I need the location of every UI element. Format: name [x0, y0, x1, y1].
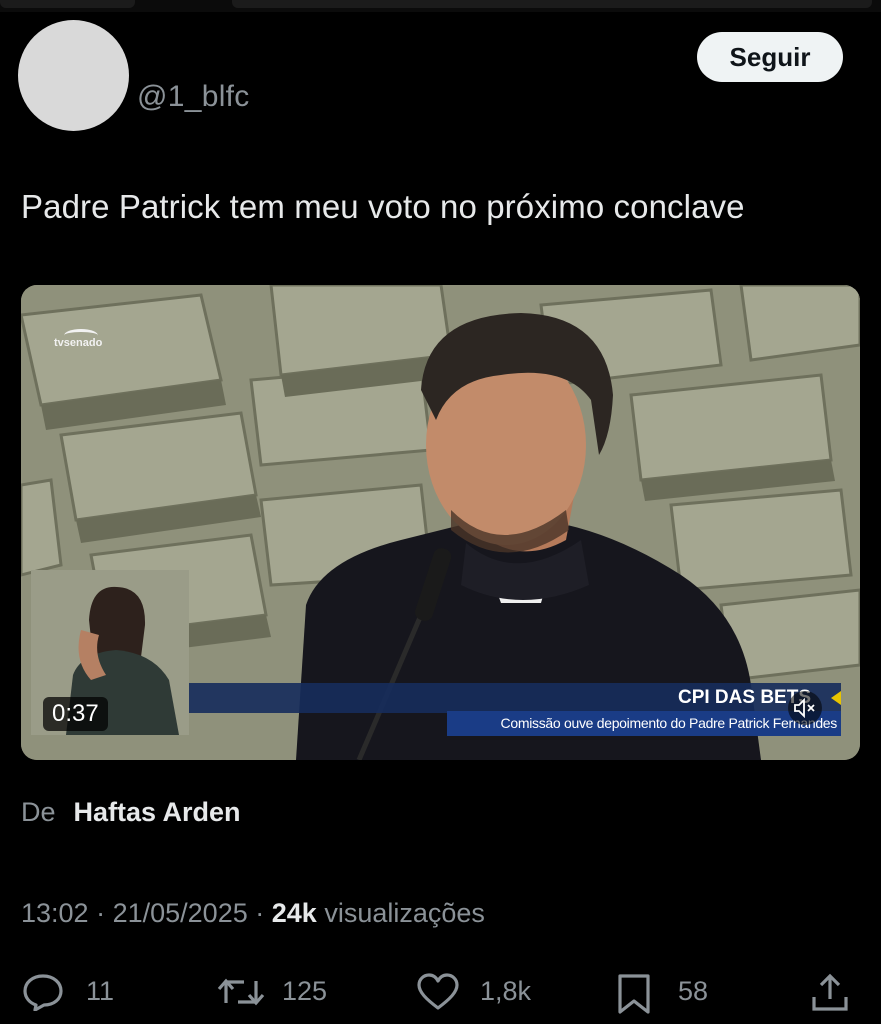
views-label: visualizações — [324, 898, 485, 928]
share-icon — [812, 973, 848, 1011]
like-icon — [417, 973, 459, 1010]
like-button[interactable]: 1,8k — [416, 965, 546, 1019]
user-handle[interactable]: @1_blfc — [137, 80, 250, 114]
retweet-count: 125 — [282, 976, 328, 1006]
retweet-button[interactable]: 125 — [216, 965, 336, 1019]
video-subheadline: Comissão ouve depoimento do Padre Patric… — [500, 715, 838, 731]
avatar[interactable] — [18, 20, 129, 131]
reply-button[interactable]: 11 — [22, 965, 122, 1019]
tweet-page: @1_blfc Seguir Padre Patrick tem meu vot… — [0, 0, 881, 1024]
video-duration: 0:37 — [43, 697, 108, 731]
mute-button[interactable] — [788, 691, 822, 725]
bookmark-button[interactable]: 58 — [616, 965, 726, 1019]
channel-logo: tvsenado — [54, 329, 102, 349]
tweet-text: Padre Patrick tem meu voto no próximo co… — [21, 188, 745, 225]
from-label: De — [21, 797, 56, 827]
follow-button[interactable]: Seguir — [697, 32, 843, 82]
share-button[interactable] — [810, 965, 854, 1019]
tweet-meta: 13:02 · 21/05/2025 · 24k visualizações — [21, 898, 485, 928]
reply-count: 11 — [86, 976, 115, 1006]
tweet-date[interactable]: 21/05/2025 — [113, 898, 248, 928]
views-count: 24k — [271, 898, 317, 928]
bookmark-icon — [618, 974, 650, 1014]
action-bar: 11 125 1,8k 58 — [0, 965, 881, 1019]
tweet-time[interactable]: 13:02 — [21, 898, 89, 928]
volume-muted-icon — [794, 698, 815, 718]
bookmark-count: 58 — [678, 976, 709, 1006]
reply-icon — [23, 974, 63, 1011]
video-player[interactable]: tvsenado CPI DAS BETS Comissão ouve depo… — [21, 285, 860, 760]
from-author[interactable]: Haftas Arden — [74, 797, 241, 827]
top-edge — [0, 0, 881, 12]
retweet-icon — [217, 978, 265, 1006]
like-count: 1,8k — [480, 976, 532, 1006]
video-attribution: De Haftas Arden — [21, 797, 241, 828]
video-lower-third: CPI DAS BETS Comissão ouve depoimento do… — [189, 683, 841, 739]
